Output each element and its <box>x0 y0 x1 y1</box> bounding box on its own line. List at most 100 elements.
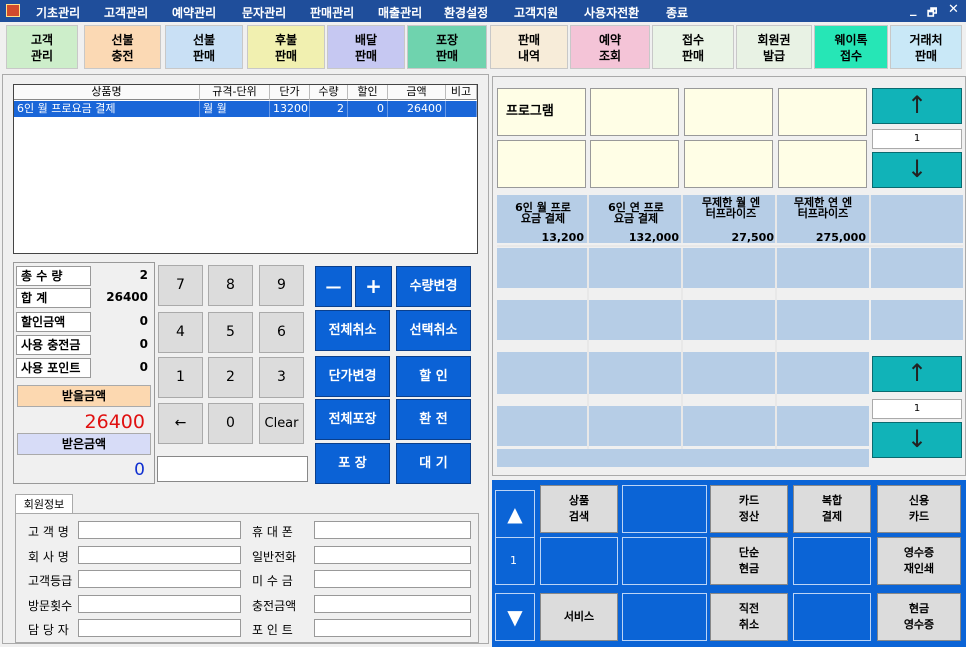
mixed-payment-button[interactable]: 복합 결제 <box>793 485 871 533</box>
manager-field[interactable] <box>78 619 241 637</box>
close-icon[interactable]: ✕ <box>948 2 959 17</box>
mobile-phone-field[interactable] <box>314 521 471 539</box>
key-7[interactable]: 7 <box>158 265 203 306</box>
menu-reservation-management[interactable]: 예약관리 <box>172 4 216 21</box>
pack-button[interactable]: 포 장 <box>315 443 390 484</box>
product-button[interactable]: 무제한 연 엔 터프라이즈 <box>780 197 866 219</box>
product-row[interactable] <box>497 352 869 394</box>
arrow-down-icon[interactable]: ↓ <box>872 152 962 188</box>
table-row[interactable]: 6인 월 프로요금 결제 월 월 13200 2 0 26400 <box>14 101 477 117</box>
product-row[interactable] <box>871 248 963 288</box>
service-button[interactable]: 서비스 <box>540 593 618 641</box>
order-grid[interactable]: 상품명 규격-단위 단가 수량 할인 금액 비고 6인 월 프로요금 결제 월 … <box>13 84 478 254</box>
product-search-button[interactable]: 상품 검색 <box>540 485 618 533</box>
wait-button[interactable]: 대 기 <box>396 443 471 484</box>
category-slot[interactable] <box>684 88 773 136</box>
product-name-line2: 요금 결제 <box>613 212 659 225</box>
menu-exit[interactable]: 종료 <box>666 4 688 21</box>
category-slot[interactable] <box>778 88 867 136</box>
exchange-button[interactable]: 환 전 <box>396 399 471 440</box>
page-up-icon[interactable]: ▲ <box>495 490 535 538</box>
credit-card-button[interactable]: 신용 카드 <box>877 485 961 533</box>
tab-member-info[interactable]: 회원정보 <box>15 494 73 514</box>
customer-name-field[interactable] <box>78 521 241 539</box>
card-settlement-button[interactable]: 카드 정산 <box>710 485 788 533</box>
reception-sale-button[interactable]: 접수 판매 <box>652 25 734 69</box>
restore-icon[interactable]: 🗗 <box>927 4 937 23</box>
sales-history-button[interactable]: 판매 내역 <box>490 25 568 69</box>
general-phone-field[interactable] <box>314 546 471 564</box>
product-row[interactable] <box>871 300 963 340</box>
charge-amount-field[interactable] <box>314 595 471 613</box>
minimize-icon[interactable]: _ <box>910 2 917 17</box>
receipt-reprint-button[interactable]: 영수증 재인쇄 <box>877 537 961 585</box>
company-name-field[interactable] <box>78 546 241 564</box>
minus-button[interactable]: — <box>315 266 352 307</box>
menu-revenue-management[interactable]: 매출관리 <box>378 4 422 21</box>
key-4[interactable]: 4 <box>158 312 203 353</box>
cancel-last-button[interactable]: 직전 취소 <box>710 593 788 641</box>
product-row[interactable] <box>497 300 869 340</box>
delivery-sale-button[interactable]: 배달 판매 <box>327 25 405 69</box>
menu-switch-user[interactable]: 사용자전환 <box>584 4 639 21</box>
customer-grade-label: 고객등급 <box>28 574 73 588</box>
postpaid-sale-button[interactable]: 후불 판매 <box>247 25 325 69</box>
cash-receipt-button[interactable]: 현금 영수증 <box>877 593 961 641</box>
arrow-up-icon[interactable]: ↑ <box>872 356 962 392</box>
key-5[interactable]: 5 <box>208 312 253 353</box>
key-clear[interactable]: Clear <box>259 403 304 444</box>
price-change-button[interactable]: 단가변경 <box>315 356 390 397</box>
plus-button[interactable]: + <box>355 266 392 307</box>
product-name-line2: 터프라이즈 <box>797 207 849 220</box>
receivable-field[interactable] <box>314 570 471 588</box>
key-0[interactable]: 0 <box>208 403 253 444</box>
arrow-up-icon[interactable]: ↑ <box>872 88 962 124</box>
product-button[interactable]: 무제한 월 엔 터프라이즈 <box>688 197 774 219</box>
keypad-input[interactable] <box>157 456 308 482</box>
category-slot[interactable] <box>778 140 867 188</box>
key-6[interactable]: 6 <box>259 312 304 353</box>
program-category-button[interactable]: 프로그램 <box>497 88 586 136</box>
qty-change-button[interactable]: 수량변경 <box>396 266 471 307</box>
page-down-icon[interactable]: ▼ <box>495 593 535 641</box>
product-button[interactable]: 6인 월 프로 요금 결제 <box>500 202 586 224</box>
product-row[interactable] <box>497 248 869 288</box>
customer-grade-field[interactable] <box>78 570 241 588</box>
menu-basic-management[interactable]: 기초관리 <box>36 4 80 21</box>
key-1[interactable]: 1 <box>158 357 203 398</box>
menu-sales-management[interactable]: 판매관리 <box>310 4 354 21</box>
product-row[interactable] <box>497 406 869 446</box>
customer-management-button[interactable]: 고객 관리 <box>6 25 78 69</box>
simple-cash-button[interactable]: 단순 현금 <box>710 537 788 585</box>
discount-button[interactable]: 할 인 <box>396 356 471 397</box>
category-slot[interactable] <box>590 140 679 188</box>
partner-sale-button[interactable]: 거래처 판매 <box>890 25 962 69</box>
category-slot[interactable] <box>497 140 586 188</box>
menu-customer-management[interactable]: 고객관리 <box>104 4 148 21</box>
key-2[interactable]: 2 <box>208 357 253 398</box>
prepaid-sale-button[interactable]: 선불 판매 <box>165 25 243 69</box>
arrow-down-icon[interactable]: ↓ <box>872 422 962 458</box>
waytalk-reception-button[interactable]: 웨이톡 접수 <box>814 25 888 69</box>
product-button[interactable]: 6인 연 프로 요금 결제 <box>593 202 679 224</box>
cancel-selected-button[interactable]: 선택취소 <box>396 310 471 351</box>
cancel-all-button[interactable]: 전체취소 <box>315 310 390 351</box>
product-row[interactable] <box>497 449 869 467</box>
pack-all-button[interactable]: 전체포장 <box>315 399 390 440</box>
key-9[interactable]: 9 <box>259 265 304 306</box>
key-8[interactable]: 8 <box>208 265 253 306</box>
empty-slot <box>622 537 707 585</box>
visit-count-field[interactable] <box>78 595 241 613</box>
menu-customer-support[interactable]: 고객지원 <box>514 4 558 21</box>
key-3[interactable]: 3 <box>259 357 304 398</box>
membership-issue-button[interactable]: 회원권 발급 <box>736 25 812 69</box>
takeout-sale-button[interactable]: 포장 판매 <box>407 25 487 69</box>
prepaid-charge-button[interactable]: 선불 충전 <box>84 25 161 69</box>
reservation-lookup-button[interactable]: 예약 조회 <box>570 25 650 69</box>
category-slot[interactable] <box>590 88 679 136</box>
menu-settings[interactable]: 환경설정 <box>444 4 488 21</box>
points-field[interactable] <box>314 619 471 637</box>
menu-message-management[interactable]: 문자관리 <box>242 4 286 21</box>
key-backspace[interactable]: ← <box>158 403 203 444</box>
category-slot[interactable] <box>684 140 773 188</box>
